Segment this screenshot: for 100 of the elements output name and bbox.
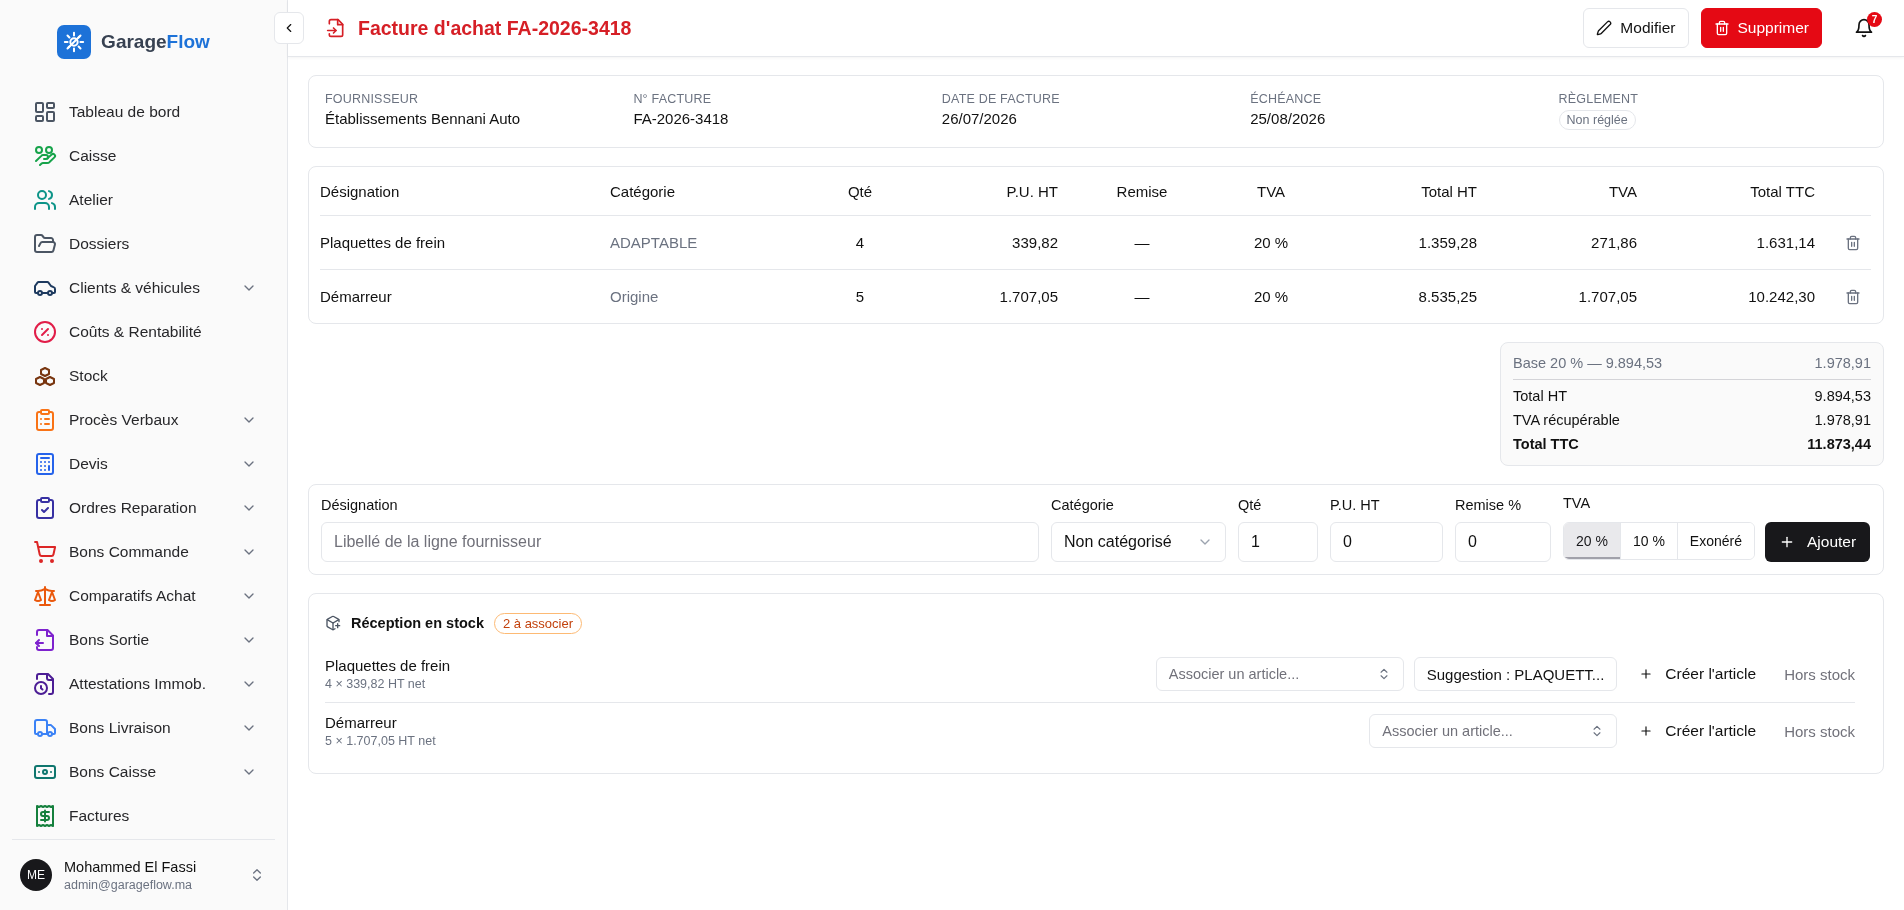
package-plus-icon [325,615,341,631]
field-value: 25/08/2026 [1250,110,1326,127]
trash-icon[interactable] [1845,234,1861,251]
user-name: Mohammed El Fassi [64,858,198,875]
totals-value: 9.894,53 [1814,388,1871,404]
table-cell-text: 1.631,14 [1755,234,1815,251]
totals-label: Base 20 % — 9.894,53 [1513,355,1663,371]
sidebar-item[interactable]: Bons Caisse [12,750,277,794]
field-value: Établissements Bennani Auto [325,110,521,127]
column-header: TVA [1255,182,1287,200]
table-cell-text: — [1133,234,1151,251]
pencil-icon [1596,20,1613,36]
plus-icon [1639,724,1654,738]
sidebar-item[interactable]: Clients & véhicules [12,266,277,310]
table-cell-text: 1.707,05 [998,288,1058,305]
article-select[interactable]: Associer un article... [1369,714,1618,748]
brand-name: GarageFlow [101,31,210,53]
out-of-stock-button[interactable]: Hors stock [1774,665,1855,683]
field-label: FOURNISSEUR [325,92,419,106]
item-name: Plaquettes de frein [325,657,452,674]
vat-option[interactable]: 20 % [1564,523,1620,559]
column-header: Total TTC [1749,182,1815,200]
add-button[interactable]: Ajouter [1765,522,1871,562]
file-import-icon [326,18,346,38]
column-header: Total HT [1420,182,1477,200]
table-cell-text: ADAPTABLE [610,234,699,251]
notification-count: 7 [1867,12,1882,27]
table-cell-text: 20 % [1252,288,1290,305]
out-of-stock-button[interactable]: Hors stock [1774,722,1855,740]
table-cell-text: Origine [610,288,660,305]
create-article-button[interactable]: Créer l'article [1627,665,1765,683]
column-header: TVA [1607,182,1637,200]
sidebar-item[interactable]: Atelier [12,178,277,222]
table-cell-text: 20 % [1252,234,1290,251]
totals-value: 11.873,44 [1807,436,1871,452]
totals-label: TVA récupérable [1513,412,1620,428]
sidebar-item[interactable]: Bons Commande [12,530,277,574]
table-cell-text: 10.242,30 [1747,288,1815,305]
field-label: Remise % [1455,496,1523,515]
notifications-button[interactable]: 7 [1846,10,1882,46]
table-cell-text: Démarreur [320,288,393,305]
sidebar-item[interactable]: Bons Livraison [12,706,277,750]
suggestion-button[interactable]: Suggestion : PLAQUETT... [1413,657,1618,691]
sidebar-item[interactable]: Tableau de bord [12,90,277,134]
avatar: ME [20,859,52,891]
field-label: Qté [1238,496,1263,515]
field-value: 26/07/2026 [941,110,1017,127]
delete-button[interactable]: Supprimer [1700,8,1822,48]
field-label: RÈGLEMENT [1558,92,1639,106]
field-label: TVA [1563,494,1592,513]
field-label: Désignation [321,496,399,515]
plus-icon [1639,667,1654,681]
field-label: DATE DE FACTURE [941,92,1060,106]
sidebar-item[interactable]: Devis [12,442,277,486]
sidebar-item[interactable]: Procès Verbaux [12,398,277,442]
field-label: P.U. HT [1330,496,1381,515]
create-article-button[interactable]: Créer l'article [1627,722,1765,740]
field-value: FA-2026-3418 [633,110,729,127]
table-cell-text: 5 [854,288,866,305]
sidebar-item[interactable]: Comparatifs Achat [12,574,277,618]
input-field[interactable]: 0 [1455,522,1551,562]
field-label: Catégorie [1051,496,1115,515]
column-header: P.U. HT [1005,182,1058,200]
sidebar-item[interactable]: Stock [12,354,277,398]
table-cell-text: 339,82 [1011,234,1058,251]
item-detail: 4 × 339,82 HT net [325,677,427,691]
trash-icon[interactable] [1845,288,1861,305]
field-label: ÉCHÉANCE [1250,92,1322,106]
edit-button[interactable]: Modifier [1583,8,1689,48]
plus-icon [1779,534,1795,550]
table-cell-text: Plaquettes de frein [320,234,447,251]
sidebar-item[interactable]: Factures [12,794,277,838]
totals-label: Total TTC [1513,436,1579,452]
page-title: Facture d'achat FA-2026-3418 [358,16,632,40]
totals-label: Total HT [1513,388,1567,404]
sidebar-item[interactable]: Coûts & Rentabilité [12,310,277,354]
table-cell-text: 1.707,05 [1577,288,1637,305]
table-cell-text: 4 [854,234,866,251]
column-header: Remise [1115,182,1169,200]
trash-icon [1713,20,1730,36]
input-field[interactable]: 0 [1330,522,1443,562]
input-field[interactable]: 1 [1238,522,1318,562]
input-field[interactable]: Libellé de la ligne fournisseur [321,522,1039,562]
sidebar-item[interactable]: Caisse [12,134,277,178]
item-detail: 5 × 1.707,05 HT net [325,734,437,748]
sidebar-item[interactable]: Bons Sortie [12,618,277,662]
article-select[interactable]: Associer un article... [1155,657,1404,691]
sidebar-item[interactable]: Attestations Immob. [12,662,277,706]
table-cell-text: 271,86 [1590,234,1637,251]
vat-option[interactable]: Exonéré [1676,523,1754,559]
totals-value: 1.978,91 [1814,412,1871,428]
sidebar-item[interactable]: Ordres Reparation [12,486,277,530]
item-name: Démarreur [325,714,398,731]
column-header: Désignation [320,182,401,200]
table-cell-text: 8.535,25 [1417,288,1477,305]
sidebar-item[interactable]: Dossiers [12,222,277,266]
column-header: Qté [846,182,874,200]
category-select[interactable]: Non catégorisé [1051,522,1226,562]
field-label: N° FACTURE [633,92,712,106]
logo-icon [57,25,92,59]
